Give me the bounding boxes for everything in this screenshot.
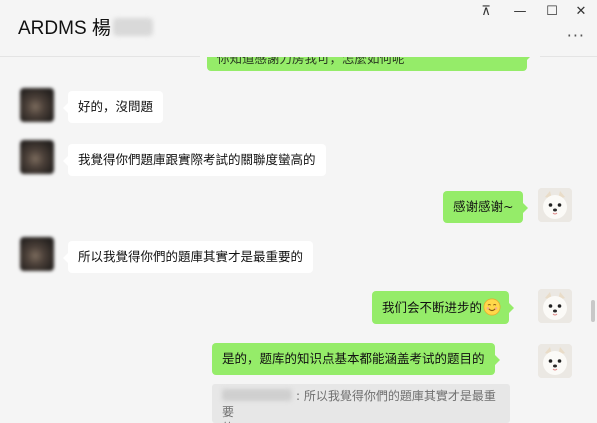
quoted-message[interactable]: : 所以我覺得你們的題庫其實才是最重要 的	[212, 384, 510, 423]
message-text: 我们会不断进步的	[382, 300, 483, 315]
overlap-mask	[200, 38, 540, 57]
message-text: 所以我覺得你們的題庫其實才是最重要的	[78, 249, 304, 264]
maximize-button[interactable]: ☐	[538, 2, 566, 22]
user-avatar[interactable]	[538, 289, 572, 323]
more-options-button[interactable]: ···	[567, 28, 585, 44]
contact-avatar[interactable]	[20, 140, 54, 174]
dog-avatar-icon	[538, 344, 572, 378]
blurred-contact-name	[112, 18, 153, 36]
message-text: 好的，沒問題	[78, 99, 154, 114]
blurred-quote-author	[222, 389, 292, 401]
contact-avatar[interactable]	[20, 237, 54, 271]
pin-icon[interactable]: ⊼	[472, 2, 500, 22]
message-bubble-outgoing[interactable]: 是的，题库的知识点基本都能涵盖考试的题目的	[212, 343, 500, 375]
smiling-face-emoji	[483, 298, 501, 316]
message-bubble-incoming[interactable]: 我覺得你們題庫跟實際考試的關聯度蠻高的	[63, 144, 326, 176]
minimize-button[interactable]: —	[506, 2, 534, 22]
message-bubble-incoming[interactable]: 所以我覺得你們的題庫其實才是最重要的	[62, 241, 314, 273]
scrollbar-thumb[interactable]	[591, 300, 595, 322]
contact-avatar[interactable]	[20, 88, 54, 122]
chat-title-text: ARDMS 楊	[18, 18, 111, 39]
close-button[interactable]: ✕	[567, 2, 595, 22]
dog-avatar-icon	[538, 289, 572, 323]
message-bubble-outgoing[interactable]: 我们会不断进步的	[372, 291, 515, 324]
message-bubble-outgoing[interactable]: 感谢感谢~	[443, 191, 530, 223]
chat-title: ARDMS 楊	[18, 17, 153, 41]
message-bubble-incoming[interactable]: 好的，沒問題	[62, 91, 164, 123]
dog-avatar-icon	[538, 188, 572, 222]
message-text: 是的，题库的知识点基本都能涵盖考试的题目的	[222, 351, 485, 366]
user-avatar[interactable]	[538, 188, 572, 222]
message-text: 感谢感谢~	[453, 199, 514, 214]
user-avatar[interactable]	[538, 344, 572, 378]
message-text: 我覺得你們題庫跟實際考試的關聯度蠻高的	[78, 152, 316, 167]
